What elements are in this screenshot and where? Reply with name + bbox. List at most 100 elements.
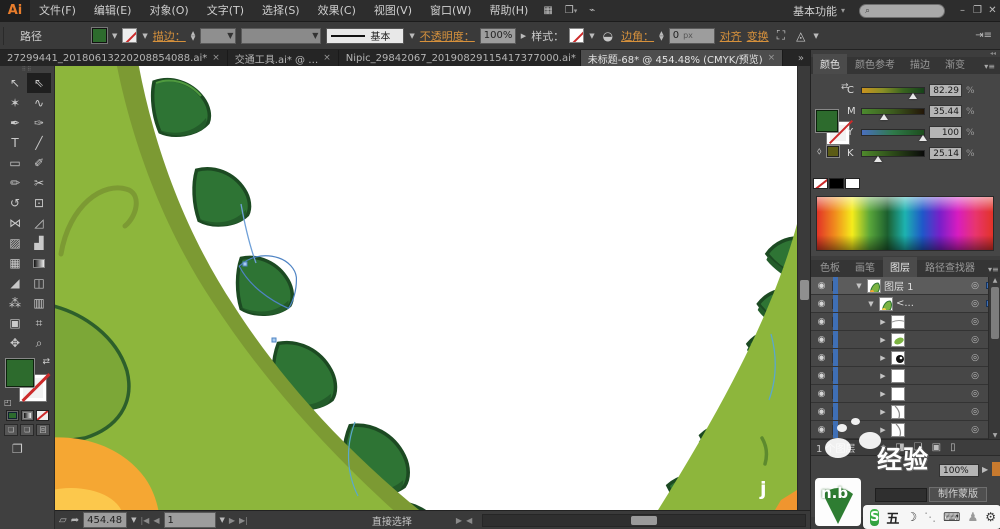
direct-selection-tool[interactable]: ⇖ (27, 73, 51, 93)
make-clipping-mask-icon[interactable]: ◨ (895, 442, 904, 453)
zoom-tool[interactable]: ⌕ (27, 333, 51, 353)
delete-layer-icon[interactable]: ▯ (950, 442, 956, 453)
layer-row[interactable]: ◉ ▶ ◎ (811, 349, 1000, 367)
target-icon[interactable]: ◎ (964, 317, 986, 327)
search-input[interactable]: ⌕ (859, 3, 945, 18)
target-icon[interactable]: ◎ (964, 389, 986, 399)
ime-toolbar[interactable]: S 五 ☽ ⋱ ⌨ ♟ ⚙ (863, 505, 1000, 529)
chevron-right-icon[interactable]: ▶ (521, 32, 526, 40)
fill-color-swatch[interactable] (91, 27, 108, 44)
document-tab[interactable]: 交通工具.ai* @ … × (228, 50, 339, 66)
blend-tool[interactable]: ◫ (27, 273, 51, 293)
menu-select[interactable]: 选择(S) (253, 0, 309, 22)
corner-link[interactable]: 边角： (621, 28, 654, 44)
workspace-switcher[interactable]: 基本功能 ▾ (793, 3, 845, 19)
new-sublayer-icon[interactable]: ❏ (914, 442, 923, 453)
visibility-eye-icon[interactable]: ◉ (811, 388, 833, 399)
isolate-selection-icon[interactable]: ⛶ (774, 28, 788, 43)
menu-effect[interactable]: 效果(C) (309, 0, 365, 22)
new-layer-icon[interactable]: ▣ (932, 442, 941, 453)
expand-icon[interactable]: ▶ (878, 354, 888, 362)
swap-fill-stroke-icon[interactable]: ⇄ (42, 357, 50, 367)
column-graph-tool[interactable]: ▟ (27, 233, 51, 253)
slider-thumb[interactable] (908, 93, 917, 99)
fill-swatch[interactable] (5, 358, 35, 388)
layer-row[interactable]: ◉ ▶ ◎ (811, 421, 1000, 439)
align-link[interactable]: 对齐 (720, 28, 742, 44)
wubi-mode-label[interactable]: 五 (886, 508, 899, 527)
document-tab[interactable]: Nipic_29842067_20190829115417377000.ai* … (339, 50, 581, 66)
target-icon[interactable]: ◎ (964, 407, 986, 417)
document-tab[interactable]: 27299441_20180613220208854088.ai* × (0, 50, 228, 66)
layer-row[interactable]: ◉ ▼ 图层 1 ◎ (811, 277, 1000, 295)
dots-icon[interactable]: ⋱ (924, 510, 936, 524)
gradient-button[interactable] (20, 410, 34, 421)
expand-icon[interactable]: ▶ (878, 390, 888, 398)
fill-swatch[interactable] (815, 109, 839, 133)
blend-mode-select[interactable] (875, 488, 927, 502)
publish-icon[interactable]: ➦ (71, 515, 79, 526)
layer-row[interactable]: ◉ ▶ ◎ (811, 331, 1000, 349)
next-artboard-button[interactable]: ▶ (229, 516, 235, 525)
chevron-down-icon[interactable]: ▼ (112, 32, 117, 40)
visibility-eye-icon[interactable]: ◉ (811, 352, 833, 363)
scroll-right-icon[interactable]: ◀ (466, 516, 472, 525)
line-segment-tool[interactable]: ╱ (27, 133, 51, 153)
target-icon[interactable]: ◎ (964, 371, 986, 381)
preview-mode-icon[interactable]: ▱ (59, 515, 67, 526)
magic-wand-tool[interactable]: ✶ (3, 93, 27, 113)
visibility-eye-icon[interactable]: ◉ (811, 280, 833, 291)
chevron-down-icon[interactable]: ▼ (142, 32, 147, 40)
tab-pathfinder[interactable]: 路径查找器 (918, 257, 982, 277)
target-icon[interactable]: ◎ (964, 335, 986, 345)
panel-grip[interactable]: ⠿⠿ (0, 66, 54, 73)
vertical-scrollbar[interactable] (797, 66, 810, 510)
brush-definition-select[interactable]: ▼ (241, 27, 322, 44)
artboard-number-field[interactable]: 1 (163, 512, 216, 528)
black-slider[interactable] (861, 150, 925, 162)
menu-type[interactable]: 文字(T) (198, 0, 253, 22)
tab-brushes[interactable]: 画笔 (848, 257, 882, 277)
menu-window[interactable]: 窗口(W) (421, 0, 480, 22)
visibility-eye-icon[interactable]: ◉ (811, 424, 833, 435)
cyan-slider[interactable] (861, 87, 925, 99)
expand-icon[interactable]: ▼ (854, 282, 864, 290)
panel-menu-icon[interactable]: ▾≡ (979, 62, 1000, 74)
corner-field[interactable]: 0 px (668, 27, 715, 44)
opacity-field[interactable]: 100% (479, 27, 516, 44)
free-transform-tool[interactable]: ⊡ (27, 193, 51, 213)
bridge-icon[interactable]: ▦ (537, 5, 558, 16)
chevron-right-icon[interactable]: ▶ (982, 465, 988, 474)
slider-thumb[interactable] (918, 135, 927, 141)
menu-object[interactable]: 对象(O) (140, 0, 197, 22)
minimize-button[interactable]: – (955, 5, 970, 16)
panel-dock-icon[interactable]: ⇥≡ (975, 30, 1000, 41)
expand-icon[interactable]: ▶ (878, 426, 888, 434)
chevron-down-icon[interactable]: ▼ (220, 516, 225, 524)
rectangle-tool[interactable]: ▭ (3, 153, 27, 173)
layer-name[interactable]: 图层 1 (884, 278, 964, 293)
brush-pen-tool[interactable]: ✑ (27, 113, 51, 133)
arrange-documents-icon[interactable]: ❒▾ (559, 5, 583, 16)
layer-row[interactable]: ◉ ▶ ◎ (811, 313, 1000, 331)
eyedropper-tool[interactable]: ◢ (3, 273, 27, 293)
perspective-grid-tool[interactable]: ◿ (27, 213, 51, 233)
target-icon[interactable]: ◎ (964, 281, 986, 291)
cyan-value-field[interactable]: 82.29 (929, 84, 962, 97)
sogou-logo-icon[interactable]: S (870, 508, 880, 526)
scrollbar-thumb[interactable] (631, 515, 658, 525)
prev-artboard-button[interactable]: ◀ (153, 516, 159, 525)
default-fill-stroke-icon[interactable]: ◰ (4, 398, 12, 407)
tab-layers[interactable]: 图层 (883, 257, 917, 277)
magenta-value-field[interactable]: 35.44 (929, 105, 962, 118)
slider-thumb[interactable] (879, 114, 888, 120)
magenta-slider[interactable] (861, 108, 925, 120)
expand-icon[interactable]: ▶ (878, 408, 888, 416)
lasso-tool[interactable]: ∿ (27, 93, 51, 113)
menu-help[interactable]: 帮助(H) (480, 0, 537, 22)
pencil-tool[interactable]: ✏ (3, 173, 27, 193)
width-tool[interactable]: ⋈ (3, 213, 27, 233)
stroke-weight-stepper[interactable]: ▲ ▼ (191, 30, 196, 41)
yellow-value-field[interactable]: 100 (929, 126, 962, 139)
draw-inside-button[interactable]: 回 (36, 424, 50, 436)
